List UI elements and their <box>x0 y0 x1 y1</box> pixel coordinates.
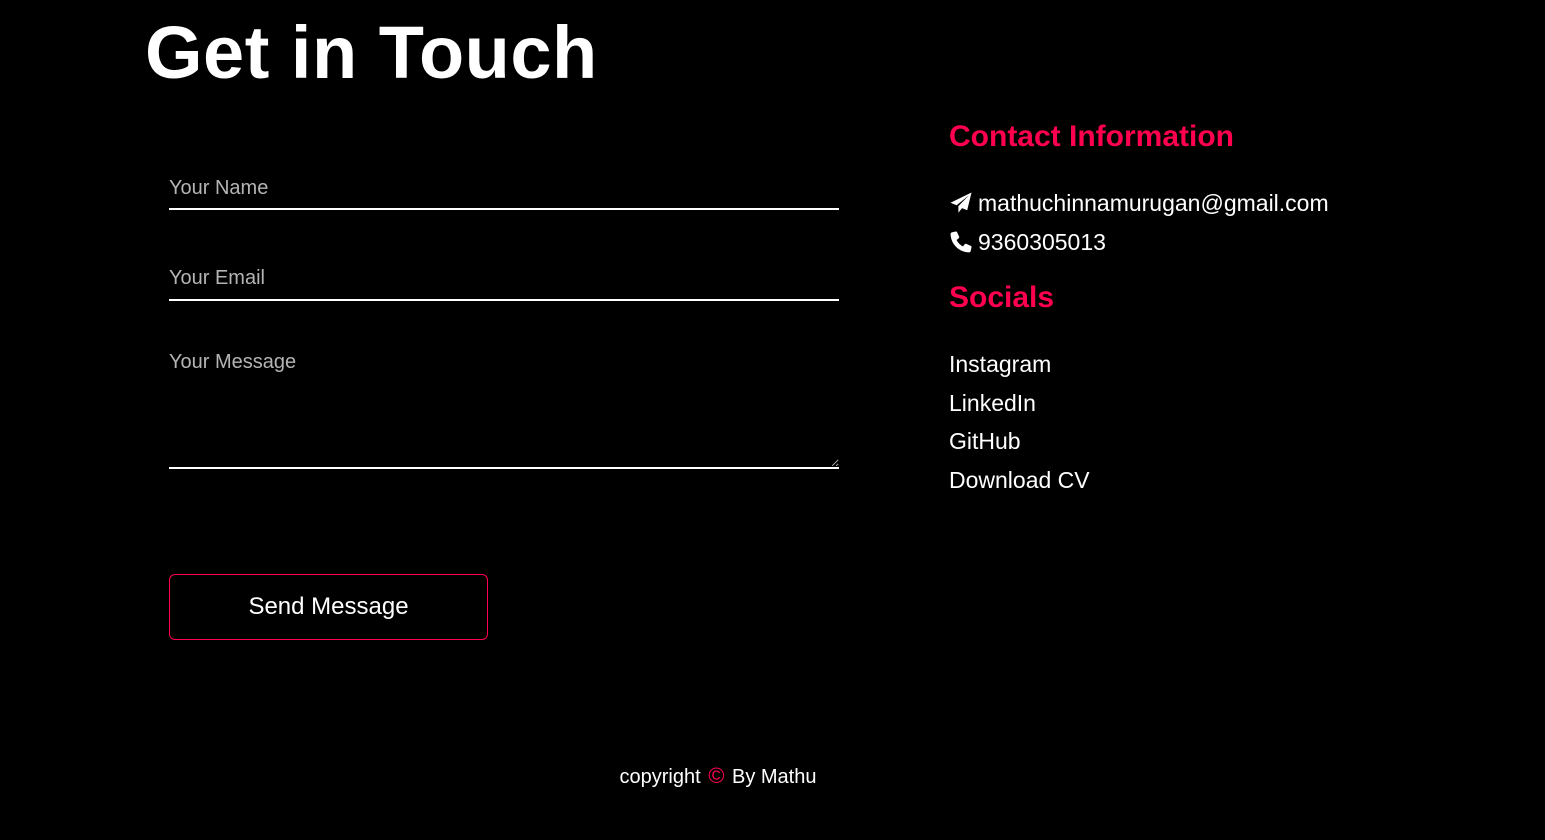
social-item-instagram: Instagram <box>949 349 1090 388</box>
download-cv-link[interactable]: Download CV <box>949 467 1090 493</box>
name-input[interactable] <box>169 168 839 210</box>
footer-copyright: copyright © By Mathu <box>0 763 1436 790</box>
page-title: Get in Touch <box>145 11 598 94</box>
message-textarea[interactable] <box>169 349 839 469</box>
footer-author: By Mathu <box>732 766 817 788</box>
contact-page: Get in Touch Send Message Contact Inform… <box>0 0 1545 840</box>
github-link[interactable]: GitHub <box>949 428 1021 454</box>
footer-prefix: copyright <box>619 766 701 788</box>
social-links-list: Instagram LinkedIn GitHub Download CV <box>949 349 1090 503</box>
contact-phone-text[interactable]: 9360305013 <box>978 227 1106 257</box>
instagram-link[interactable]: Instagram <box>949 351 1051 377</box>
copyright-icon: © <box>708 763 725 788</box>
linkedin-link[interactable]: LinkedIn <box>949 390 1036 416</box>
socials-heading: Socials <box>949 281 1055 314</box>
contact-phone-row: 9360305013 <box>949 227 1106 257</box>
paper-plane-icon <box>949 191 973 215</box>
send-message-button[interactable]: Send Message <box>169 574 488 640</box>
social-item-download-cv: Download CV <box>949 465 1090 504</box>
phone-icon <box>949 230 973 254</box>
email-input[interactable] <box>169 258 839 301</box>
social-item-linkedin: LinkedIn <box>949 388 1090 427</box>
contact-email-text[interactable]: mathuchinnamurugan@gmail.com <box>978 188 1329 218</box>
contact-information-heading: Contact Information <box>949 120 1234 153</box>
contact-email-row: mathuchinnamurugan@gmail.com <box>949 188 1329 218</box>
social-item-github: GitHub <box>949 426 1090 465</box>
